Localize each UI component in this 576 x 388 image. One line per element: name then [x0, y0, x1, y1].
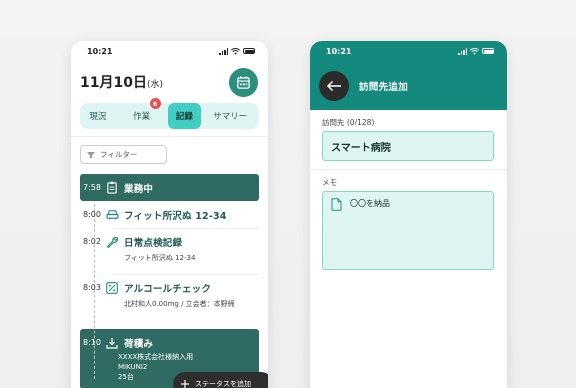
percent-icon — [105, 281, 119, 295]
page-title: 訪問先追加 — [359, 81, 409, 93]
memo-textarea[interactable]: 〇〇を納品 — [322, 191, 494, 270]
record-timeline: 7:58 業務中 8:00 フィット所沢ぬ 12-34 8:02 日常点検記録 … — [71, 174, 268, 388]
tab-summary[interactable]: サマリー — [201, 103, 259, 129]
calendar-button[interactable] — [229, 67, 258, 97]
clipboard-icon — [105, 181, 119, 195]
status-time: 10:21 — [87, 46, 113, 56]
status-time: 10:21 — [326, 46, 352, 56]
timeline-item[interactable]: 7:58 業務中 — [80, 174, 259, 201]
tab-tasks[interactable]: 作業 6 — [116, 98, 168, 129]
visit-destination-label: 訪問先 (0/128) — [322, 118, 375, 127]
signal-icon — [458, 47, 467, 55]
wrench-icon — [105, 235, 119, 249]
status-bar: 10:21 — [310, 41, 507, 61]
tab-bar: 現況 作業 6 記録 サマリー — [80, 98, 259, 129]
add-status-button[interactable]: ステータスを追加 — [173, 372, 268, 388]
timeline-item[interactable]: 8:02 日常点検記録 フィット所沢ぬ 12-34 — [71, 229, 268, 274]
timeline-item[interactable]: 8:03 アルコールチェック 北村和人0.00mg / 立会者：本野締 — [71, 275, 268, 329]
divider — [71, 136, 268, 137]
filter-icon — [87, 151, 95, 158]
battery-icon — [482, 48, 494, 54]
download-icon — [105, 336, 119, 350]
memo-label: メモ — [322, 178, 337, 187]
document-icon — [331, 198, 342, 211]
timeline-item[interactable]: 8:00 フィット所沢ぬ 12-34 — [71, 201, 268, 228]
calendar-icon — [237, 75, 250, 89]
records-screen: 10:21 11月10日 (水) 現況 作業 6 記録 サマリー フィルター 7… — [71, 41, 268, 388]
current-date: 11月10日 (水) — [80, 75, 163, 91]
filter-button[interactable]: フィルター — [80, 145, 167, 164]
car-icon — [105, 208, 119, 222]
battery-icon — [243, 48, 255, 54]
status-bar: 10:21 — [71, 41, 268, 61]
app-header: 10:21 訪問先追加 — [310, 41, 507, 110]
tab-records[interactable]: 記録 — [167, 103, 202, 129]
tab-status[interactable]: 現況 — [80, 103, 116, 129]
back-button[interactable] — [319, 70, 349, 101]
signal-icon — [219, 47, 228, 55]
wifi-icon — [470, 47, 479, 55]
arrow-left-icon — [326, 80, 341, 91]
plus-icon — [181, 380, 189, 388]
visit-destination-input[interactable]: スマート病院 — [322, 131, 494, 161]
tasks-count-badge: 6 — [149, 98, 161, 109]
divider — [310, 169, 507, 170]
add-visit-screen: 10:21 訪問先追加 訪問先 (0/128) スマート病院 メモ 〇〇を納品 — [310, 41, 507, 388]
visit-form: 訪問先 (0/128) スマート病院 メモ 〇〇を納品 — [310, 117, 507, 270]
wifi-icon — [231, 47, 240, 55]
